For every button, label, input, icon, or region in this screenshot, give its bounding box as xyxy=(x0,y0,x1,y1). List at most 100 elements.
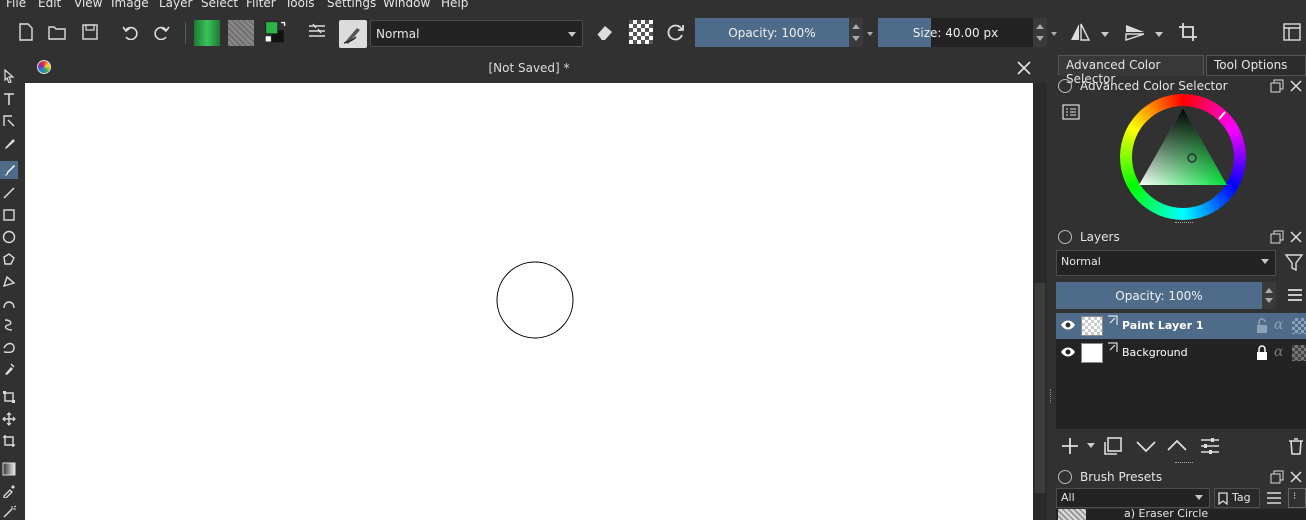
menu-help[interactable]: Help xyxy=(441,0,468,10)
color-picker-tool[interactable] xyxy=(0,482,18,500)
menu-filter[interactable]: Filter xyxy=(246,0,276,10)
menu-edit[interactable]: Edit xyxy=(38,0,61,10)
menu-image[interactable]: Image xyxy=(111,0,149,10)
dynamic-brush-tool[interactable] xyxy=(0,338,18,356)
add-layer-dropdown-icon[interactable] xyxy=(1087,443,1095,448)
redo-icon[interactable] xyxy=(150,20,174,44)
layers-resize-handle[interactable] xyxy=(1175,462,1193,465)
add-layer-icon[interactable] xyxy=(1060,436,1080,456)
text-tool[interactable] xyxy=(0,90,18,108)
preserve-alpha-icon[interactable] xyxy=(629,20,653,44)
layer-opacity-spinbox[interactable] xyxy=(1262,282,1276,309)
menu-window[interactable]: Window xyxy=(383,0,430,10)
line-tool[interactable] xyxy=(0,184,18,202)
brush-filter-select[interactable]: All xyxy=(1056,488,1210,508)
lock-icon[interactable] xyxy=(1058,79,1072,93)
ellipse-tool[interactable] xyxy=(0,228,18,246)
duplicate-layer-icon[interactable] xyxy=(1103,436,1123,456)
gradient-tool[interactable] xyxy=(0,460,18,478)
alpha-lock-icon[interactable]: α xyxy=(1274,344,1283,360)
size-slider[interactable]: Size: 40.00 px xyxy=(878,18,1033,47)
edit-shapes-tool[interactable] xyxy=(0,112,18,130)
undo-icon[interactable] xyxy=(118,20,142,44)
polygon-tool[interactable] xyxy=(0,250,18,268)
reload-preset-icon[interactable] xyxy=(664,20,688,44)
menu-file[interactable]: File xyxy=(6,0,26,10)
locked-icon[interactable] xyxy=(1254,345,1270,361)
menu-settings[interactable]: Settings xyxy=(327,0,376,10)
color-selector-resize-handle[interactable] xyxy=(1175,222,1193,225)
gradient-preset-swatch[interactable] xyxy=(194,20,220,46)
menu-tools[interactable]: Tools xyxy=(285,0,315,10)
color-wheel[interactable] xyxy=(1120,94,1246,220)
polyline-tool[interactable] xyxy=(0,272,18,290)
float-docker-icon[interactable] xyxy=(1270,470,1284,484)
alpha-lock-icon[interactable]: α xyxy=(1274,317,1283,333)
layer-row-background[interactable]: Background α xyxy=(1056,340,1306,366)
new-document-icon[interactable] xyxy=(14,20,38,44)
layer-properties-icon[interactable] xyxy=(1199,436,1221,456)
layer-filter-icon[interactable] xyxy=(1284,252,1306,274)
wrap-around-icon[interactable] xyxy=(1176,20,1200,44)
close-docker-icon[interactable] xyxy=(1289,230,1303,244)
size-menu-icon[interactable] xyxy=(1051,32,1057,36)
color-selector-settings-icon[interactable] xyxy=(1062,104,1080,120)
color-triangle[interactable] xyxy=(1120,94,1246,220)
open-folder-icon[interactable] xyxy=(45,20,69,44)
inherit-alpha-icon[interactable] xyxy=(1292,345,1306,361)
tab-advanced-color-selector[interactable]: Advanced Color Selector xyxy=(1058,55,1204,86)
opacity-menu-icon[interactable] xyxy=(867,32,873,36)
tab-tool-options[interactable]: Tool Options xyxy=(1206,55,1306,76)
scrollbar-thumb[interactable] xyxy=(1035,283,1045,493)
dock-splitter[interactable] xyxy=(1047,54,1055,520)
canvas-vertical-scrollbar[interactable] xyxy=(1033,83,1047,520)
smart-patch-tool[interactable] xyxy=(0,503,18,520)
transform-tool[interactable] xyxy=(0,388,18,406)
delete-layer-icon[interactable] xyxy=(1286,436,1306,456)
menu-select[interactable]: Select xyxy=(201,0,238,10)
layer-menu-icon[interactable] xyxy=(1286,287,1304,303)
brush-settings-icon[interactable] xyxy=(305,20,329,44)
mirror-horizontal-icon[interactable] xyxy=(1068,20,1092,44)
move-tool[interactable] xyxy=(0,410,18,428)
size-spinbox[interactable] xyxy=(1033,18,1047,47)
panel-layout-icon[interactable] xyxy=(1280,20,1304,44)
tag-button[interactable]: Tag xyxy=(1214,488,1260,508)
menu-layer[interactable]: Layer xyxy=(159,0,192,10)
crop-tool[interactable] xyxy=(0,432,18,450)
layer-blend-mode-select[interactable]: Normal xyxy=(1056,250,1276,276)
brush-preset-icon[interactable] xyxy=(339,20,367,48)
layer-opacity-slider[interactable]: Opacity: 100% xyxy=(1056,282,1262,309)
select-shapes-tool[interactable] xyxy=(0,67,18,85)
pattern-swatch[interactable] xyxy=(228,20,254,46)
fg-bg-color-icon[interactable] xyxy=(264,20,288,44)
save-icon[interactable] xyxy=(78,20,102,44)
rectangle-tool[interactable] xyxy=(0,206,18,224)
visibility-eye-icon[interactable] xyxy=(1060,346,1076,358)
unlocked-icon[interactable] xyxy=(1254,318,1270,334)
menu-view[interactable]: View xyxy=(74,0,102,10)
float-docker-icon[interactable] xyxy=(1270,230,1284,244)
bezier-curve-tool[interactable] xyxy=(0,294,18,312)
freehand-brush-tool[interactable] xyxy=(0,161,18,179)
freehand-path-tool[interactable] xyxy=(0,316,18,334)
brush-presets-view-icon[interactable]: ⁝ xyxy=(1288,488,1306,508)
brush-preset-item[interactable]: a) Eraser Circle xyxy=(1124,509,1208,520)
mirror-vertical-dropdown-icon[interactable] xyxy=(1155,32,1163,37)
mirror-horizontal-dropdown-icon[interactable] xyxy=(1101,32,1109,37)
blend-mode-select[interactable]: Normal xyxy=(370,20,583,47)
multibrush-tool[interactable] xyxy=(0,360,18,378)
calligraphy-tool[interactable] xyxy=(0,134,18,152)
close-docker-icon[interactable] xyxy=(1289,470,1303,484)
float-docker-icon[interactable] xyxy=(1270,79,1284,93)
visibility-eye-icon[interactable] xyxy=(1060,319,1076,331)
opacity-slider[interactable]: Opacity: 100% xyxy=(695,18,849,47)
opacity-spinbox[interactable] xyxy=(849,18,863,47)
close-document-icon[interactable] xyxy=(1015,59,1033,77)
inherit-alpha-icon[interactable] xyxy=(1292,318,1306,334)
drawing-canvas[interactable] xyxy=(25,83,1033,520)
lock-icon[interactable] xyxy=(1058,470,1072,484)
lock-icon[interactable] xyxy=(1058,230,1072,244)
close-docker-icon[interactable] xyxy=(1289,79,1303,93)
move-layer-down-icon[interactable] xyxy=(1135,436,1157,456)
